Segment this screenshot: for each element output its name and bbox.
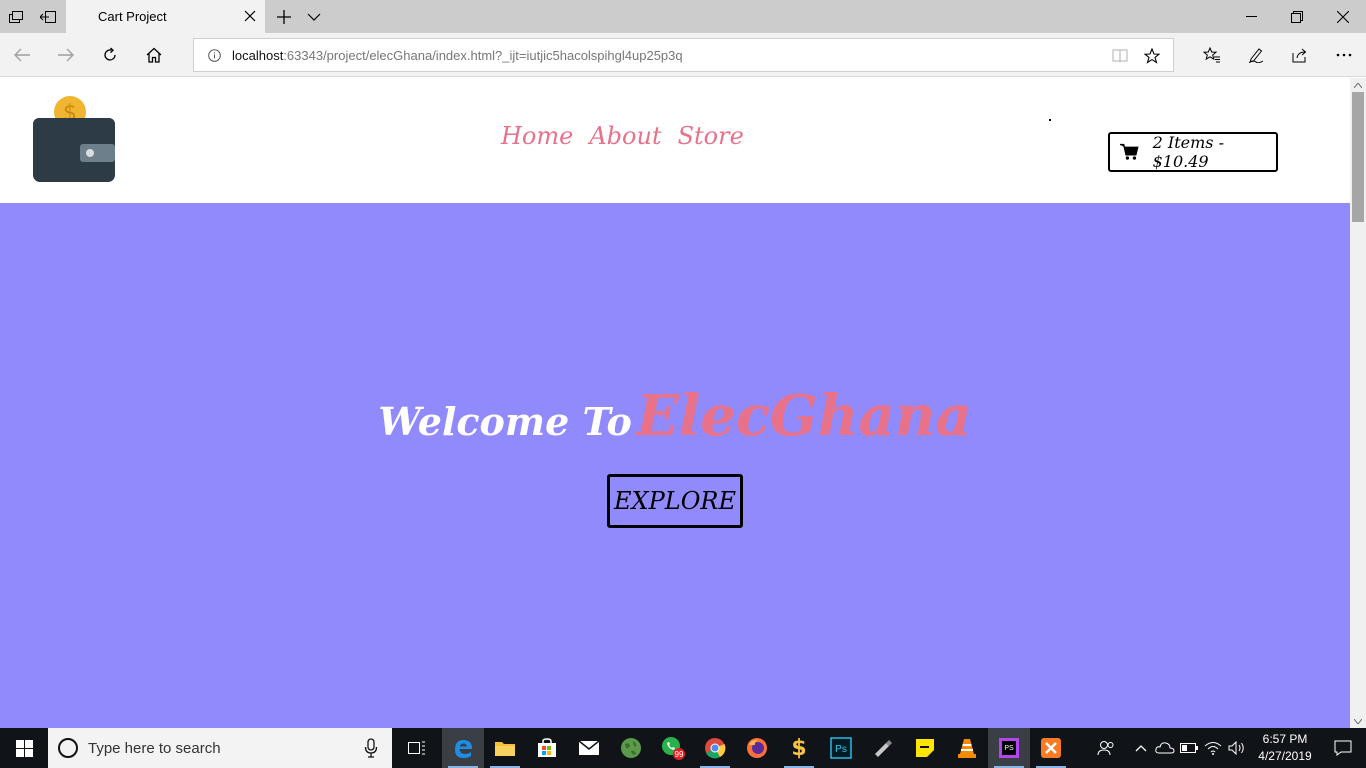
page-viewport: $ Home About Store 2 Items - $10.49 Welc…	[0, 78, 1350, 728]
reading-view-icon[interactable]	[1110, 46, 1130, 66]
active-tab[interactable]: Cart Project	[66, 0, 265, 33]
url-text[interactable]: localhost:63343/project/elecGhana/index.…	[232, 48, 683, 63]
scroll-up-icon[interactable]	[1350, 78, 1366, 92]
taskbar-search-box[interactable]: Type here to search	[48, 728, 392, 768]
welcome-heading: Welcome To ElecGhana	[0, 383, 1350, 449]
nav-about-link[interactable]: About	[589, 122, 661, 150]
phpstorm-icon[interactable]: PS	[988, 728, 1030, 768]
cart-summary: 2 Items - $10.49	[1152, 133, 1224, 171]
show-hidden-icons-chevron-icon[interactable]	[1130, 728, 1152, 768]
favorites-hub-icon[interactable]	[1190, 33, 1234, 77]
edge-taskbar-icon[interactable]	[442, 728, 484, 768]
tab-preview-chevron-icon[interactable]	[298, 0, 330, 33]
hero-banner: Welcome To ElecGhana EXPLORE	[0, 203, 1350, 728]
clock-date: 4/27/2019	[1258, 749, 1312, 763]
firefox-icon[interactable]	[736, 728, 778, 768]
stray-dot	[1049, 119, 1051, 121]
windows-start-icon[interactable]	[0, 728, 48, 768]
brand-name: ElecGhana	[636, 383, 972, 449]
chrome-icon[interactable]	[694, 728, 736, 768]
main-nav: Home About Store	[501, 122, 744, 150]
site-info-icon[interactable]	[208, 49, 221, 62]
close-window-icon[interactable]	[1320, 0, 1366, 33]
onedrive-icon[interactable]	[1154, 728, 1176, 768]
cortana-icon	[58, 738, 78, 758]
mail-icon[interactable]	[568, 728, 610, 768]
set-tabs-aside-icon[interactable]	[32, 0, 64, 33]
photoshop-icon[interactable]: Ps	[820, 728, 862, 768]
tab-close-icon[interactable]	[243, 9, 257, 23]
wallet-logo-icon[interactable]: $	[30, 96, 118, 184]
xampp-icon[interactable]	[1030, 728, 1072, 768]
browser-tab-bar: Cart Project	[0, 0, 1366, 33]
store-icon[interactable]	[526, 728, 568, 768]
site-header: $ Home About Store 2 Items - $10.49	[0, 78, 1350, 203]
url-path: :63343/project/elecGhana/index.html?_ijt…	[283, 48, 683, 63]
svg-text:Ps: Ps	[835, 744, 847, 755]
forward-icon[interactable]	[44, 33, 88, 77]
back-icon[interactable]	[0, 33, 44, 77]
page-scrollbar[interactable]	[1350, 78, 1366, 728]
restore-icon[interactable]	[1274, 0, 1320, 33]
svg-text:PS: PS	[1004, 745, 1014, 752]
money-app-icon[interactable]: $	[778, 728, 820, 768]
clock-time: 6:57 PM	[1262, 732, 1308, 746]
wifi-icon[interactable]	[1202, 728, 1224, 768]
vlc-icon[interactable]	[946, 728, 988, 768]
whatsapp-badge: 99	[675, 750, 684, 759]
volume-icon[interactable]	[1226, 728, 1248, 768]
microphone-icon[interactable]	[364, 738, 378, 758]
battery-icon[interactable]	[1178, 728, 1200, 768]
browser-toolbar: localhost:63343/project/elecGhana/index.…	[0, 33, 1366, 77]
refresh-icon[interactable]	[88, 33, 132, 77]
search-placeholder: Type here to search	[88, 740, 221, 757]
taskbar-clock[interactable]: 6:57 PM 4/27/2019	[1250, 731, 1320, 765]
cart-icon	[1120, 143, 1139, 160]
web-note-pen-icon[interactable]	[1234, 33, 1278, 77]
windows-taskbar: Type here to search 99 $ Ps PS 6:57 PM 4…	[0, 728, 1366, 768]
nav-home-link[interactable]: Home	[501, 122, 573, 150]
address-bar[interactable]: localhost:63343/project/elecGhana/index.…	[193, 38, 1174, 72]
scroll-down-icon[interactable]	[1350, 714, 1366, 728]
more-icon[interactable]	[1322, 33, 1366, 77]
explore-button[interactable]: EXPLORE	[607, 474, 743, 528]
cart-button[interactable]: 2 Items - $10.49	[1108, 132, 1278, 172]
action-center-icon[interactable]	[1320, 728, 1366, 768]
home-icon[interactable]	[132, 33, 176, 77]
people-icon[interactable]	[1092, 728, 1120, 768]
share-icon[interactable]	[1278, 33, 1322, 77]
scroll-thumb[interactable]	[1352, 92, 1364, 222]
favorite-star-icon[interactable]	[1142, 46, 1162, 66]
usb-tool-icon[interactable]	[862, 728, 904, 768]
whatsapp-icon[interactable]: 99	[652, 728, 694, 768]
task-view-icon[interactable]	[396, 728, 438, 768]
tab-title: Cart Project	[98, 9, 167, 24]
tab-list-icon[interactable]	[0, 0, 32, 33]
nav-store-link[interactable]: Store	[678, 122, 744, 150]
dollar-icon: $	[791, 735, 807, 761]
sticky-notes-icon[interactable]	[904, 728, 946, 768]
url-host: localhost	[232, 48, 284, 63]
minimize-icon[interactable]	[1228, 0, 1274, 33]
new-tab-icon[interactable]	[268, 0, 300, 33]
file-explorer-icon[interactable]	[484, 728, 526, 768]
welcome-prefix: Welcome To	[378, 399, 632, 444]
globe-app-icon[interactable]	[610, 728, 652, 768]
